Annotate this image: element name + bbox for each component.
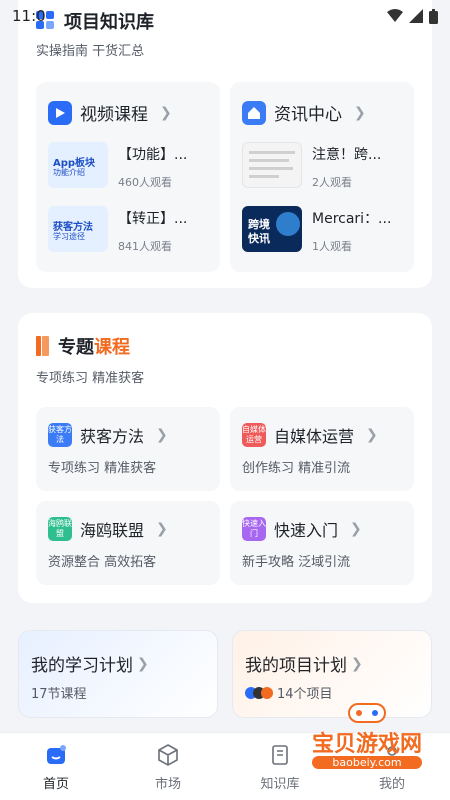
news-item-views: 2人观看 (312, 176, 352, 189)
watermark-title: 宝贝游戏网 (311, 732, 422, 757)
cube-icon (158, 743, 178, 766)
topics-title-b: 课程 (94, 337, 130, 358)
wifi-icon (387, 9, 403, 22)
chevron-right-icon: ❯ (137, 655, 149, 672)
study-plan-count: 17节课程 (31, 687, 87, 702)
topic-subtitle: 专项练习 精准获客 (48, 461, 157, 476)
knowledge-subtitle: 实操指南 干货汇总 (36, 44, 145, 59)
video-item[interactable]: 获客方法 学习途径 【转正】... 841人观看 (48, 206, 214, 258)
topic-icon: 快速入门 (242, 517, 266, 541)
news-item-title: 注意！跨... (312, 147, 382, 163)
video-title: 视频课程 (80, 105, 148, 125)
topics-title-a: 专题 (58, 337, 94, 358)
watermark-url: baobeiy.com (312, 756, 422, 769)
tab-label: 市场 (154, 776, 181, 792)
topics-subtitle: 专项练习 精准获客 (36, 371, 145, 386)
topic-subtitle: 资源整合 高效拓客 (48, 555, 157, 570)
home-icon (47, 744, 66, 764)
status-bar: 11:0 (0, 0, 450, 32)
play-icon (48, 100, 72, 125)
video-thumbnail: App板块 功能介绍 (48, 142, 108, 188)
tab-label: 首页 (42, 776, 69, 792)
topic-title: 自媒体运营 (274, 427, 355, 446)
video-item-views: 460人观看 (118, 176, 172, 189)
study-plan-title: 我的学习计划 (31, 656, 133, 676)
news-item[interactable]: 跨境 快讯 Mercari：... 1人观看 (242, 206, 408, 258)
video-thumbnail: 获客方法 学习途径 (48, 206, 108, 252)
topics-card: 专题课程 专项练习 精准获客 获客方法 获客方法 ❯ 专项练习 精准获客 自媒体… (18, 313, 432, 603)
topic-card[interactable]: 快速入门 快速入门 ❯ 新手攻略 泛域引流 (230, 501, 414, 585)
topic-icon: 海鸥联盟 (48, 517, 72, 541)
topic-title: 海鸥联盟 (80, 521, 145, 540)
gamepad-icon (348, 703, 386, 723)
topic-title: 获客方法 (80, 427, 145, 446)
topic-subtitle: 新手攻略 泛域引流 (242, 555, 351, 570)
chevron-right-icon: ❯ (160, 104, 172, 121)
video-header[interactable]: 视频课程 ❯ (48, 100, 172, 125)
tab-market[interactable]: 市场 (112, 733, 224, 800)
project-avatars (245, 686, 273, 699)
battery-icon (429, 8, 438, 24)
status-time: 11:0 (12, 7, 46, 25)
news-panel: 资讯中心 ❯ 注意！跨... 2人观看 跨境 快讯 Mercari：... 1人… (230, 82, 414, 272)
watermark: 宝贝游戏网 baobeiy.com (292, 700, 442, 778)
news-thumbnail (242, 142, 302, 188)
chevron-right-icon: ❯ (351, 655, 363, 672)
book-icon (36, 336, 49, 356)
signal-icon (409, 9, 423, 23)
video-item-views: 841人观看 (118, 240, 172, 253)
topic-title: 快速入门 (274, 521, 339, 540)
chevron-right-icon: ❯ (156, 521, 168, 537)
status-icons (387, 8, 438, 24)
topic-icon: 获客方法 (48, 423, 72, 447)
chevron-right-icon: ❯ (366, 427, 378, 443)
tab-home[interactable]: 首页 (0, 733, 112, 800)
topic-subtitle: 创作练习 精准引流 (242, 461, 351, 476)
topic-icon: 自媒体运营 (242, 423, 266, 447)
news-item[interactable]: 注意！跨... 2人观看 (242, 142, 408, 194)
news-title: 资讯中心 (274, 105, 342, 125)
news-thumbnail: 跨境 快讯 (242, 206, 302, 252)
project-plan-title: 我的项目计划 (245, 656, 347, 676)
study-plan-card[interactable]: 我的学习计划 ❯ 17节课程 (18, 630, 218, 718)
news-item-title: Mercari：... (312, 211, 392, 227)
news-item-views: 1人观看 (312, 240, 352, 253)
video-item-title: 【转正】... (118, 211, 188, 227)
topic-card[interactable]: 自媒体运营 自媒体运营 ❯ 创作练习 精准引流 (230, 407, 414, 491)
video-panel: 视频课程 ❯ App板块 功能介绍 【功能】... 460人观看 获客方法 学习… (36, 82, 220, 272)
house-icon (242, 100, 266, 125)
knowledge-card: 项目知识库 实操指南 干货汇总 视频课程 ❯ App板块 功能介绍 【功能】..… (18, 0, 432, 288)
chevron-right-icon: ❯ (156, 427, 168, 443)
topic-card[interactable]: 海鸥联盟 海鸥联盟 ❯ 资源整合 高效拓客 (36, 501, 220, 585)
news-header[interactable]: 资讯中心 ❯ (242, 100, 366, 125)
chevron-right-icon: ❯ (350, 521, 362, 537)
chevron-right-icon: ❯ (354, 104, 366, 121)
video-item-title: 【功能】... (118, 147, 188, 163)
topic-card[interactable]: 获客方法 获客方法 ❯ 专项练习 精准获客 (36, 407, 220, 491)
topics-title: 专题课程 (36, 333, 130, 359)
book-icon (272, 744, 288, 765)
video-item[interactable]: App板块 功能介绍 【功能】... 460人观看 (48, 142, 214, 194)
